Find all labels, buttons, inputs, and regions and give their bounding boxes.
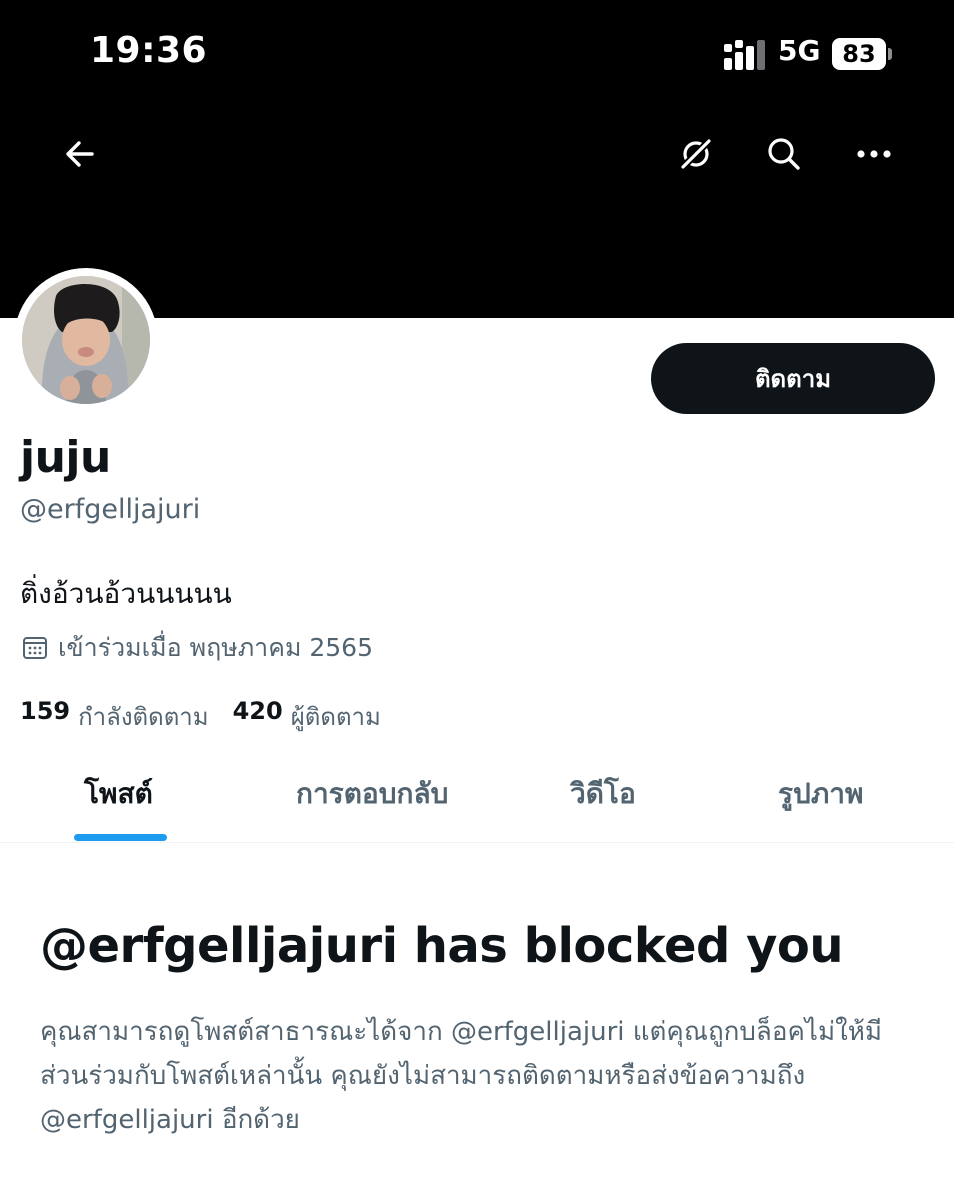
- status-time: 19:36: [90, 30, 208, 71]
- profile-tabs: โพสต์ การตอบกลับ วิดีโอ รูปภาพ: [0, 750, 954, 843]
- signal-icon: [724, 40, 765, 70]
- network-type: 5G: [778, 34, 821, 67]
- tab-posts[interactable]: โพสต์: [84, 772, 153, 816]
- display-name: juju: [20, 432, 111, 483]
- followers-count: 420: [232, 697, 283, 725]
- active-tab-indicator: [74, 834, 167, 841]
- joined-date: เข้าร่วมเมื่อ พฤษภาคม 2565: [22, 628, 373, 668]
- follow-button[interactable]: ติดตาม: [651, 343, 935, 414]
- followers-label: ผู้ติดตาม: [290, 703, 381, 731]
- battery-level: 83: [842, 40, 876, 68]
- avatar[interactable]: [22, 276, 150, 404]
- calendar-icon: [23, 637, 47, 659]
- grok-icon[interactable]: [672, 130, 720, 178]
- battery-icon: 83: [832, 38, 886, 70]
- joined-text: เข้าร่วมเมื่อ พฤษภาคม 2565: [58, 633, 373, 662]
- blocked-message: คุณสามารถดูโพสต์สาธารณะได้จาก @erfgellja…: [40, 1017, 883, 1135]
- followers-stat[interactable]: 420 ผู้ติดตาม: [233, 697, 381, 736]
- profile-stats: 159 กำลังติดตาม 420 ผู้ติดตาม: [20, 697, 381, 736]
- following-stat[interactable]: 159 กำลังติดตาม: [20, 697, 209, 736]
- tab-videos[interactable]: วิดีโอ: [570, 772, 636, 816]
- profile-bio: ติ่งอ้วนอ้วนนนนน: [20, 577, 232, 610]
- search-icon[interactable]: [760, 130, 808, 178]
- back-arrow-icon[interactable]: [56, 130, 104, 178]
- following-label: กำลังติดตาม: [78, 703, 209, 731]
- tab-replies[interactable]: การตอบกลับ: [296, 772, 448, 816]
- user-handle: @erfgelljajuri: [20, 494, 201, 525]
- blocked-title: @erfgelljajuri has blocked you: [40, 918, 844, 974]
- battery-tip: [888, 48, 892, 60]
- following-count: 159: [20, 697, 71, 725]
- tab-photos[interactable]: รูปภาพ: [778, 772, 863, 816]
- more-icon[interactable]: [850, 130, 898, 178]
